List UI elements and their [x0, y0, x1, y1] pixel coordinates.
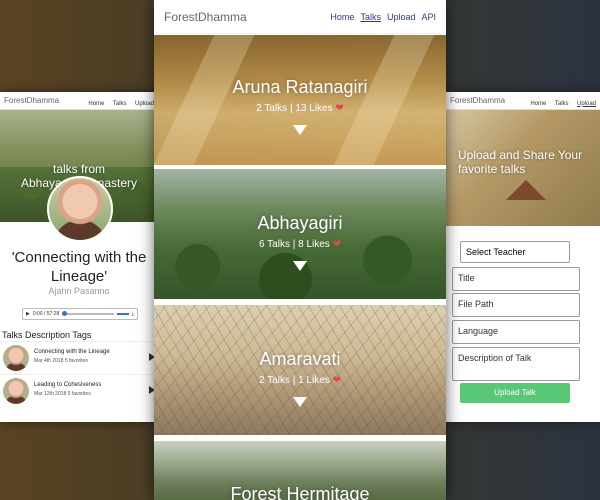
light-beam: [154, 35, 255, 165]
talk-count: 6 Talks: [259, 239, 290, 250]
talk-count: 2 Talks: [259, 375, 290, 386]
description-textarea[interactable]: Description of Talk: [452, 347, 580, 381]
like-count: 8 Likes: [298, 239, 330, 250]
monastery-name: Forest Hermitage: [230, 484, 370, 500]
nav-upload[interactable]: Upload: [387, 12, 416, 22]
left-nav-links: Home Talks Upload: [84, 92, 154, 110]
seek-knob[interactable]: [62, 311, 68, 316]
branches-background: [154, 305, 446, 435]
right-nav-home[interactable]: Home: [530, 101, 546, 107]
monastery-stats: 6 Talks | 8 Likes ❤: [259, 239, 341, 250]
heart-icon[interactable]: ❤: [333, 375, 341, 386]
talk-item-title[interactable]: Leading to Cohesiveness: [34, 382, 101, 388]
monastery-card-aruna-ratanagiri[interactable]: Aruna Ratanagiri 2 Talks | 13 Likes ❤: [154, 35, 446, 165]
like-count: 13 Likes: [295, 103, 333, 114]
monastery-name: Abhayagiri: [257, 213, 343, 233]
center-nav-links: Home Talks Upload API: [330, 12, 436, 22]
file-path-input[interactable]: File Path: [452, 293, 580, 317]
center-brand-logo[interactable]: ForestDhamma: [164, 10, 247, 24]
teacher-name[interactable]: Ajahn Pasanno: [0, 286, 158, 296]
talk-list-item[interactable]: Leading to Cohesiveness Mar 12th 2018 0 …: [0, 374, 158, 407]
talk-thumbnail: [3, 345, 29, 371]
talk-item-meta: Mar 4th 2018 5 favorites: [34, 358, 88, 364]
talk-item-meta: Mar 12th 2018 0 favorites: [34, 391, 91, 397]
player-time: 0:00 / 57:28: [32, 311, 60, 317]
talk-list-item[interactable]: Connecting with the Lineage Mar 4th 2018…: [0, 341, 158, 374]
right-navbar: ForestDhamma Home Talks Upload: [446, 92, 600, 110]
heart-icon[interactable]: ❤: [333, 239, 341, 250]
talk-item-title[interactable]: Connecting with the Lineage: [34, 349, 110, 355]
select-teacher-dropdown[interactable]: Select Teacher: [460, 241, 570, 263]
monastery-stats: 2 Talks | 13 Likes ❤: [256, 103, 344, 114]
talk-detail-screen: ForestDhamma Home Talks Upload talks fro…: [0, 92, 158, 422]
talk-title: 'Connecting with the Lineage': [11, 249, 147, 285]
center-navbar: ForestDhamma Home Talks Upload API: [154, 0, 446, 34]
right-nav-talks[interactable]: Talks: [555, 101, 569, 107]
left-brand-logo[interactable]: ForestDhamma: [4, 96, 59, 105]
expand-arrow-icon[interactable]: [293, 397, 307, 407]
like-count: 1 Likes: [298, 375, 330, 386]
right-nav-upload[interactable]: Upload: [577, 101, 596, 107]
seek-bar[interactable]: [62, 311, 114, 316]
talks-tabs-label[interactable]: Talks Description Tags: [2, 330, 91, 340]
heart-icon[interactable]: ❤: [335, 103, 343, 114]
talk-count: 2 Talks: [256, 103, 288, 114]
temple-roof: [506, 180, 546, 200]
monastery-stats: 2 Talks | 1 Likes ❤: [259, 375, 341, 386]
monastery-card-abhayagiri[interactable]: Abhayagiri 6 Talks | 8 Likes ❤: [154, 169, 446, 299]
light-beam: [333, 35, 435, 165]
right-nav-links: Home Talks Upload: [526, 92, 596, 110]
right-brand-logo[interactable]: ForestDhamma: [450, 96, 505, 105]
talks-from-label: talks from: [52, 162, 105, 176]
expand-arrow-icon[interactable]: [293, 261, 307, 271]
upload-screen: ForestDhamma Home Talks Upload Upload an…: [446, 92, 600, 422]
nav-api[interactable]: API: [421, 12, 436, 22]
monastery-card-forest-hermitage[interactable]: Forest Hermitage: [154, 441, 446, 500]
nav-talks[interactable]: Talks: [360, 12, 381, 22]
title-input[interactable]: Title: [452, 267, 580, 291]
upload-heading: Upload and Share Your favorite talks: [458, 148, 583, 176]
upload-hero-image: Upload and Share Your favorite talks: [446, 110, 600, 226]
upload-talk-button[interactable]: Upload Talk: [460, 383, 570, 403]
left-navbar: ForestDhamma Home Talks Upload: [0, 92, 158, 110]
play-icon[interactable]: ▶: [26, 311, 30, 317]
download-icon[interactable]: ⤓: [132, 311, 134, 317]
volume-slider[interactable]: [116, 313, 129, 315]
left-nav-talks[interactable]: Talks: [113, 101, 127, 107]
monastery-name: Aruna Ratanagiri: [232, 77, 368, 97]
language-input[interactable]: Language: [452, 320, 580, 344]
monasteries-screen: ForestDhamma Home Talks Upload API Aruna…: [154, 0, 446, 500]
audio-player[interactable]: ▶ 0:00 / 57:28 ⤓: [22, 308, 138, 320]
left-nav-upload[interactable]: Upload: [135, 101, 154, 107]
nav-home[interactable]: Home: [330, 12, 354, 22]
left-nav-home[interactable]: Home: [88, 101, 104, 107]
monastery-card-amaravati[interactable]: Amaravati 2 Talks | 1 Likes ❤: [154, 305, 446, 435]
monastery-name: Amaravati: [259, 349, 341, 369]
talk-thumbnail: [3, 378, 29, 404]
expand-arrow-icon[interactable]: [293, 125, 307, 135]
teacher-avatar: [47, 176, 113, 242]
